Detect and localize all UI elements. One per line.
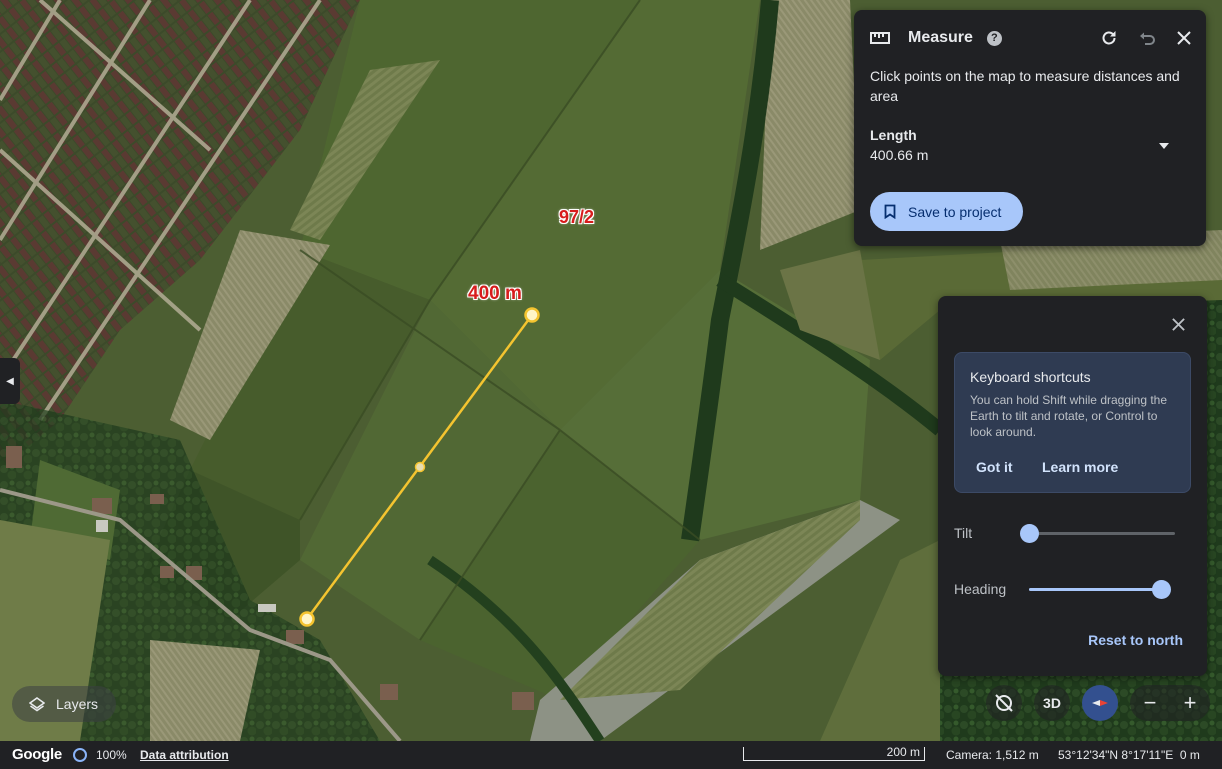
- reset-to-north-button[interactable]: Reset to north: [1088, 632, 1183, 648]
- heading-slider[interactable]: [1029, 580, 1171, 599]
- layers-button[interactable]: Layers: [12, 686, 116, 722]
- ruler-icon: [870, 32, 890, 44]
- rotate-view-icon: [993, 692, 1015, 714]
- close-icon[interactable]: [1168, 314, 1188, 334]
- measure-title: Measure: [908, 29, 973, 46]
- google-logo: Google: [12, 746, 62, 763]
- heading-slider-thumb[interactable]: [1152, 580, 1171, 599]
- close-icon[interactable]: [1176, 30, 1192, 46]
- bookmark-icon: [884, 204, 896, 219]
- chevron-down-icon: [1158, 137, 1170, 155]
- shortcut-body: You can hold Shift while dragging the Ea…: [970, 393, 1168, 439]
- help-icon[interactable]: ?: [986, 30, 1002, 46]
- measure-panel: Measure ? Click points on the map to mea…: [854, 10, 1206, 246]
- chevron-left-icon: ◀: [6, 375, 14, 387]
- measure-instruction: Click points on the map to measure dista…: [870, 68, 1180, 104]
- unit-dropdown[interactable]: [1154, 138, 1174, 154]
- refresh-icon[interactable]: [1100, 29, 1118, 47]
- length-label: Length: [870, 127, 917, 143]
- undo-icon[interactable]: [1138, 29, 1156, 47]
- toggle-3d-button[interactable]: 3D: [1034, 685, 1070, 721]
- zoom-in-button[interactable]: +: [1184, 690, 1197, 716]
- coordinates: 53°12'34"N 8°17'11"E 0 m: [1058, 748, 1200, 762]
- compass-button[interactable]: [1082, 685, 1118, 721]
- measure-point-start[interactable]: [299, 611, 315, 627]
- shortcut-title: Keyboard shortcuts: [970, 369, 1091, 385]
- tilt-toggle-button[interactable]: [986, 685, 1022, 721]
- layers-icon: [29, 696, 45, 712]
- heading-label: Heading: [954, 581, 1007, 597]
- zoom-out-button[interactable]: −: [1144, 690, 1157, 716]
- distance-label: 400 m: [468, 283, 522, 304]
- measure-point-end[interactable]: [524, 307, 540, 323]
- status-bar: Google 100% Data attribution 200 m Camer…: [0, 741, 1222, 769]
- view-controls-panel: Keyboard shortcuts You can hold Shift wh…: [938, 296, 1207, 676]
- scale-bar: 200 m: [743, 745, 925, 761]
- got-it-button[interactable]: Got it: [976, 459, 1013, 475]
- load-percent: 100%: [96, 748, 127, 762]
- camera-altitude: Camera: 1,512 m: [946, 748, 1039, 762]
- measure-midpoint[interactable]: [414, 461, 426, 473]
- tilt-slider-thumb[interactable]: [1020, 524, 1039, 543]
- tilt-label: Tilt: [954, 525, 973, 541]
- layers-label: Layers: [56, 696, 99, 712]
- tilt-slider[interactable]: [1020, 524, 1175, 543]
- measure-header: Measure ?: [870, 26, 1192, 50]
- compass-icon: [1089, 692, 1111, 714]
- data-attribution-link[interactable]: Data attribution: [140, 748, 229, 762]
- loading-ring-icon: [73, 748, 87, 762]
- save-to-project-label: Save to project: [908, 203, 1002, 220]
- length-value: 400.66 m: [870, 147, 929, 163]
- heading-slider-fill: [1029, 588, 1161, 591]
- side-panel-toggle[interactable]: ◀: [0, 358, 20, 404]
- save-to-project-button[interactable]: Save to project: [870, 192, 1023, 231]
- zoom-controls: − +: [1130, 685, 1210, 721]
- scale-text: 200 m: [886, 745, 920, 759]
- learn-more-button[interactable]: Learn more: [1042, 459, 1118, 475]
- parcel-label: 97/2: [559, 207, 595, 227]
- keyboard-shortcuts-card: Keyboard shortcuts You can hold Shift wh…: [954, 352, 1191, 493]
